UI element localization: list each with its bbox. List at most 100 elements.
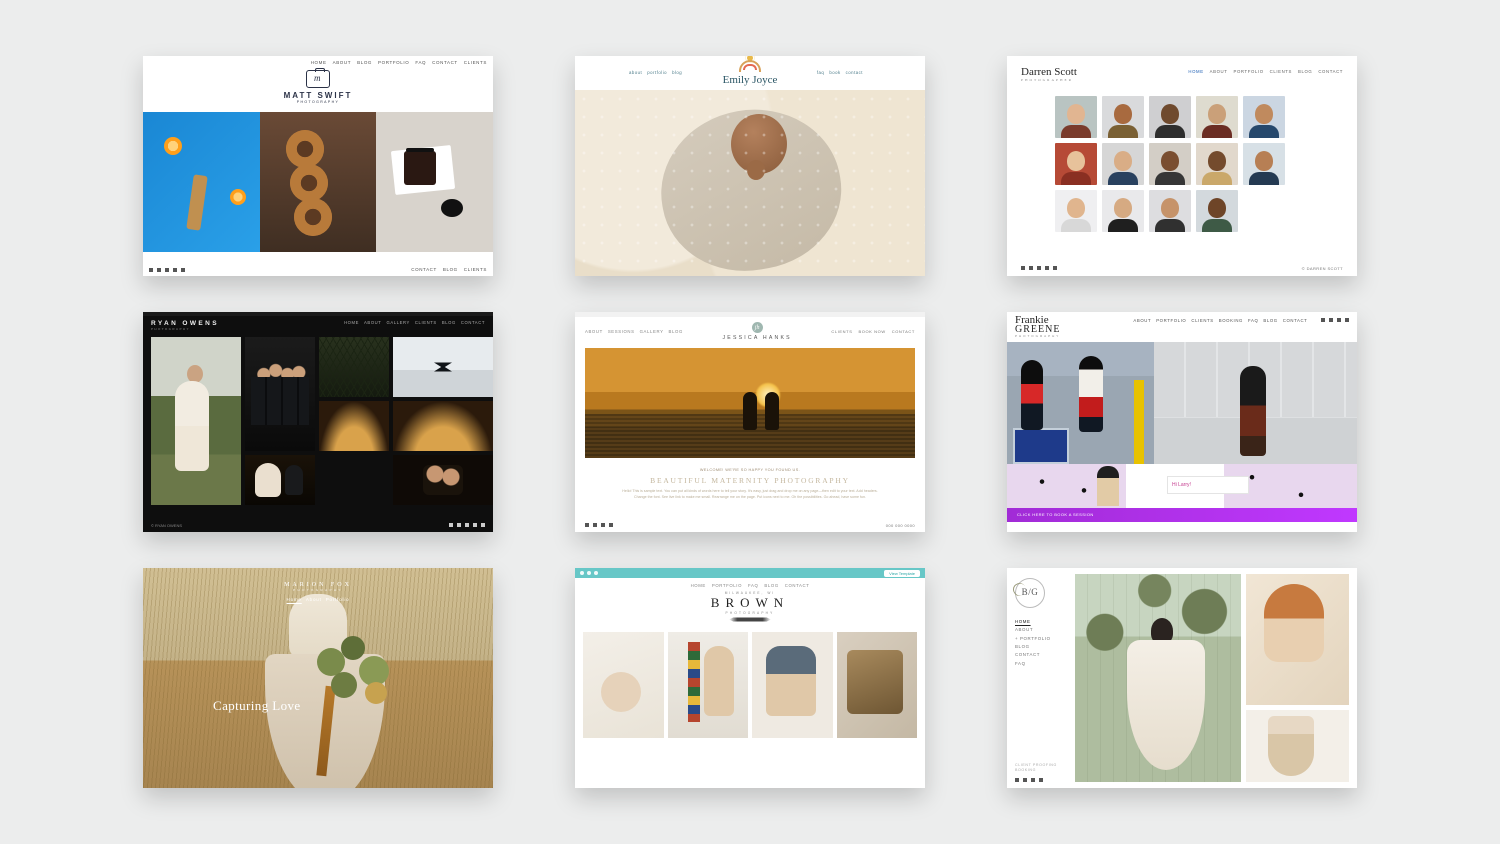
top-nav[interactable]: HOMEPORTFOLIOFAQBLOGCONTACT [575,578,925,591]
gallery-photo [668,632,749,738]
welcome-text: WELCOME! WE'RE SO HAPPY YOU FOUND US. [575,468,925,472]
template-card-matt-swift[interactable]: HOMEABOUTBLOGPORTFOLIOFAQCONTACTCLIENTS … [143,56,493,276]
gallery-photo-bowtie [393,337,493,397]
logo-title: JESSICA HANKS [723,335,792,341]
logo-subtitle: PHOTOGRAPHY [143,100,493,104]
gallery-photo-bride [151,337,241,505]
logo-title: Darren Scott [1021,66,1077,78]
social-icons[interactable] [149,268,185,272]
template-card-frankie-greene[interactable]: Frankie GREENE PHOTOGRAPHY ABOUTPORTFOLI… [1007,312,1357,532]
top-nav[interactable]: HOMEABOUTGALLERYCLIENTSBLOGCONTACT [344,320,485,331]
template-card-jessica-hanks[interactable]: ABOUTSESSIONSGALLERYBLOG jh JESSICA HANK… [575,312,925,532]
feather-icon [729,617,771,622]
logo: jh JESSICA HANKS [723,322,792,341]
template-card-brown[interactable]: View Template HOMEPORTFOLIOFAQBLOGCONTAC… [575,568,925,788]
headshot [1149,143,1191,185]
view-template-button[interactable]: View Template [884,570,920,577]
headshot [1196,96,1238,138]
headshot [1196,190,1238,232]
hero-sunset-photo [585,348,915,458]
headshot [1055,143,1097,185]
gallery-photo [583,632,664,738]
hero-tagline: Capturing Love [213,698,301,714]
social-icons[interactable] [1015,778,1057,782]
sidebar-footer[interactable]: CLIENT PROOFINGBOOKING [1015,763,1057,783]
body-text: Hello! This is sample text. You can put … [575,485,925,505]
side-nav[interactable]: HOME ABOUT + PORTFOLIO BLOG CONTACT FAQ [1015,618,1067,668]
template-card-emily-joyce[interactable]: aboutportfolioblog Emily Joyce faqbookco… [575,56,925,276]
greeting-chip[interactable]: Hi Larry! [1167,476,1249,494]
top-nav[interactable]: Home About Portfolio [143,597,493,602]
logo: RYAN OWENS PHOTOGRAPHY [151,320,219,331]
social-icons[interactable] [585,523,613,528]
gallery-photo-bride-garden [1075,574,1241,782]
gallery-photo [752,632,833,738]
social-icons[interactable] [449,523,485,528]
gallery-photo-groomsmen [245,337,315,451]
cta-bar[interactable]: CLICK HERE TO BOOK A SESSION [1007,508,1357,522]
gallery-photo-palm [319,337,389,397]
nav-right[interactable]: faqbookcontact [817,70,863,75]
copyright: © RYAN OWENS [151,523,182,528]
footer: © RYAN OWENS [151,523,485,528]
gallery-photo-couple [245,455,315,505]
headshot [1102,143,1144,185]
top-nav[interactable]: HOMEABOUTPORTFOLIOCLIENTSBLOGCONTACT [1188,69,1343,74]
camera-icon [306,70,330,88]
logo: Darren Scott PHOTOGRAPHER [1021,66,1077,82]
top-nav[interactable]: ABOUTPORTFOLIOCLIENTSBOOKINGFAQBLOGCONTA… [1133,318,1349,338]
hero-split [1007,342,1357,464]
nav-left[interactable]: ABOUTSESSIONSGALLERYBLOG [585,329,683,334]
logo-subtitle: PHOTOGRAPHY [575,611,925,615]
gallery-photo-reception [319,401,389,451]
footer: CONTACTBLOGCLIENTS [149,267,487,272]
header: Darren Scott PHOTOGRAPHER HOMEABOUTPORTF… [1021,66,1343,82]
logo-subtitle: PHOTOGRAPHY [1015,334,1060,338]
social-icons[interactable] [1321,318,1349,322]
product-photo-beverage [143,112,260,252]
header: aboutportfolioblog Emily Joyce faqbookco… [575,56,925,90]
logo-title: MATT SWIFT [143,91,493,100]
top-nav[interactable]: HOMEABOUTBLOGPORTFOLIOFAQCONTACTCLIENTS [311,60,487,65]
logo: MILWAUKEE, WI BROWN PHOTOGRAPHY [575,591,925,628]
headshot [1196,143,1238,185]
logo-title: Emily Joyce [723,74,778,86]
nav-left[interactable]: aboutportfolioblog [629,70,682,75]
copyright: © DARREN SCOTT [1302,266,1343,271]
logo: Emily Joyce [723,60,778,86]
template-card-marion-fox[interactable]: MARION FOX PHOTOGRAPHY Home About Portfo… [143,568,493,788]
traffic-lights-icon [580,571,598,575]
logo-title: RYAN OWENS [151,320,219,327]
monogram-icon: b/g [1015,578,1045,608]
footer: © DARREN SCOTT [1021,266,1343,271]
logo: Frankie GREENE PHOTOGRAPHY [1015,316,1060,338]
headshot [1102,96,1144,138]
social-icons[interactable] [1021,266,1057,271]
gallery-photo-shoes [1246,710,1349,782]
browser-chrome: View Template [575,568,925,578]
phone: 000 000 0000 [886,523,915,528]
product-photo-donuts [260,112,377,252]
template-card-ryan-owens[interactable]: RYAN OWENS PHOTOGRAPHY HOMEABOUTGALLERYC… [143,312,493,532]
template-grid: HOMEABOUTBLOGPORTFOLIOFAQCONTACTCLIENTS … [143,56,1357,788]
logo-line2: GREENE [1015,325,1060,334]
sidebar: b/g HOME ABOUT + PORTFOLIO BLOG CONTACT … [1007,568,1075,788]
logo-subtitle: PHOTOGRAPHER [1021,78,1077,82]
headshot [1149,96,1191,138]
monogram-icon: jh [752,322,763,333]
nav-right[interactable]: CLIENTSBOOK NOWCONTACT [831,329,915,334]
headshot [1055,96,1097,138]
template-card-bg[interactable]: b/g HOME ABOUT + PORTFOLIO BLOG CONTACT … [1007,568,1357,788]
template-card-darren-scott[interactable]: Darren Scott PHOTOGRAPHER HOMEABOUTPORTF… [1007,56,1357,276]
pattern-strip: Hi Larry! [1007,464,1357,508]
hero-triptych [143,112,493,252]
logo-subtitle: PHOTOGRAPHY [143,588,493,592]
gallery-photo-reception-2 [393,401,493,451]
footer-links[interactable]: CONTACTBLOGCLIENTS [411,267,487,272]
header: Frankie GREENE PHOTOGRAPHY ABOUTPORTFOLI… [1007,312,1357,342]
footer: 000 000 0000 [585,523,915,528]
gallery-photo-portrait [1246,574,1349,705]
gallery-photo [837,632,918,738]
headshot [1243,143,1285,185]
bouquet [307,628,427,748]
